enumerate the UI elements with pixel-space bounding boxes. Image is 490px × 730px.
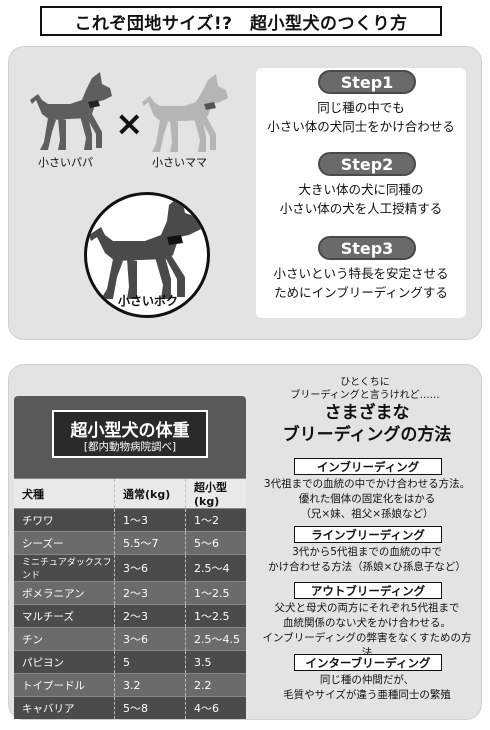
tiny-weight-cell: 1〜2.5 xyxy=(185,604,246,628)
table-row: トイプードル 3.2 2.2 xyxy=(14,673,246,697)
dad-label: 小さいパパ xyxy=(38,156,93,169)
normal-weight-cell: 3〜6 xyxy=(114,554,186,582)
step2-badge: Step2 xyxy=(318,152,416,176)
breeding-heading: さまざまな ブリーディングの方法 xyxy=(262,402,472,446)
normal-weight-cell: 3.2 xyxy=(114,673,186,697)
step2-text: 大きい体の犬に同種の 小さい体の犬を人工授精する xyxy=(246,180,476,218)
breeding-intro: ひとくちに ブリーディングと言うけれど…… xyxy=(270,376,460,402)
table-row: ポメラニアン 2〜3 1〜2.5 xyxy=(14,581,246,605)
intro-line: ひとくちに xyxy=(340,377,390,388)
breed-cell: マルチーズ xyxy=(14,604,115,628)
normal-weight-cell: 2〜3 xyxy=(114,604,186,628)
weight-table: 犬種 通常(kg) 超小型(kg) チワワ 1〜3 1〜2 シーズー 5.5〜7… xyxy=(14,478,246,719)
method-desc-outbreeding: 父犬と母犬の両方にそれぞれ5代祖まで 血統関係のない犬をかけ合わせる。 インブリ… xyxy=(260,601,474,661)
method-desc-linebreeding: 3代から5代祖までの血統の中で かけ合わせる方法（孫娘×ひ孫息子など） xyxy=(260,545,474,575)
intro-line: ブリーディングと言うけれど…… xyxy=(290,390,440,401)
normal-weight-cell: 5〜8 xyxy=(114,696,186,719)
step1-line: 小さい体の犬同士をかけ合わせる xyxy=(267,119,455,134)
step1-line: 同じ種の中でも xyxy=(317,100,405,115)
method-label-linebreeding: ラインブリーディング xyxy=(294,526,442,543)
method-line: 毛質やサイズが違う亜種同士の繁殖 xyxy=(283,689,451,701)
step2-line: 大きい体の犬に同種の xyxy=(298,182,424,197)
normal-weight-cell: 5 xyxy=(114,650,186,674)
step2-line: 小さい体の犬を人工授精する xyxy=(279,201,443,216)
column-header-breed: 犬種 xyxy=(14,478,115,509)
small-mom-dog-illustration xyxy=(142,74,228,152)
table-row: パピヨン 5 3.5 xyxy=(14,650,246,674)
tiny-weight-cell: 5〜6 xyxy=(185,531,246,555)
tiny-weight-cell: 4〜6 xyxy=(185,696,246,719)
normal-weight-cell: 5.5〜7 xyxy=(114,531,186,555)
table-row: ミニチュアダックスフンド 3〜6 2.5〜4 xyxy=(14,554,246,582)
puppy-label: 小さいボク xyxy=(117,294,178,308)
breed-cell: チン xyxy=(14,627,115,651)
normal-weight-cell: 1〜3 xyxy=(114,508,186,532)
breed-cell: ミニチュアダックスフンド xyxy=(14,554,115,582)
step1-badge: Step1 xyxy=(318,70,416,94)
method-desc-inbreeding: 3代祖までの血統の中でかけ合わせる方法。 優れた個体の固定化をはかる （兄×妹、… xyxy=(260,477,474,522)
table-row: チン 3〜6 2.5〜4.5 xyxy=(14,627,246,651)
weight-title: 超小型犬の体重 xyxy=(70,421,190,441)
method-line: （兄×妹、祖父×孫娘など） xyxy=(300,508,434,520)
table-header-row: 犬種 通常(kg) 超小型(kg) xyxy=(14,478,246,509)
breed-cell: ポメラニアン xyxy=(14,581,115,605)
step1-text: 同じ種の中でも 小さい体の犬同士をかけ合わせる xyxy=(246,98,476,136)
tiny-weight-cell: 2.2 xyxy=(185,673,246,697)
normal-weight-cell: 3〜6 xyxy=(114,627,186,651)
method-line: 3代から5代祖までの血統の中で xyxy=(292,546,442,558)
breed-cell: シーズー xyxy=(14,531,115,555)
method-line: 血統関係のない犬をかけ合わせる。 xyxy=(283,617,451,629)
method-line: 3代祖までの血統の中でかけ合わせる方法。 xyxy=(263,478,471,490)
method-line: かけ合わせる方法（孫娘×ひ孫息子など） xyxy=(268,561,466,573)
page-title: これぞ団地サイズ!? 超小型犬のつくり方 xyxy=(40,6,442,36)
method-line: 父犬と母犬の両方にそれぞれ5代祖まで xyxy=(274,602,460,614)
small-dad-dog-illustration xyxy=(30,72,112,150)
heading-line: さまざまな xyxy=(324,403,410,423)
method-label-outbreeding: アウトブリーディング xyxy=(294,582,442,599)
breed-cell: チワワ xyxy=(14,508,115,532)
method-label-interbreeding: インターブリーディング xyxy=(294,654,442,671)
step3-badge: Step3 xyxy=(318,236,416,260)
tiny-weight-cell: 1〜2.5 xyxy=(185,581,246,605)
table-row: マルチーズ 2〜3 1〜2.5 xyxy=(14,604,246,628)
weight-title-box: 超小型犬の体重 [都内動物病院調べ] xyxy=(52,410,208,458)
tiny-weight-cell: 2.5〜4 xyxy=(185,554,246,582)
step3-text: 小さいという特長を安定させる ためにインブリーディングする xyxy=(246,264,476,302)
column-header-tiny: 超小型(kg) xyxy=(185,478,246,509)
step3-line: 小さいという特長を安定させる xyxy=(273,266,449,281)
normal-weight-cell: 2〜3 xyxy=(114,581,186,605)
column-header-normal: 通常(kg) xyxy=(114,478,186,509)
table-row: チワワ 1〜3 1〜2 xyxy=(14,508,246,532)
mom-label: 小さいママ xyxy=(152,156,207,169)
method-line: 優れた個体の固定化をはかる xyxy=(298,493,436,505)
table-row: シーズー 5.5〜7 5〜6 xyxy=(14,531,246,555)
table-row: キャバリア 5〜8 4〜6 xyxy=(14,696,246,719)
heading-line: ブリーディングの方法 xyxy=(282,425,452,445)
breed-cell: パピヨン xyxy=(14,650,115,674)
tiny-weight-cell: 3.5 xyxy=(185,650,246,674)
method-desc-interbreeding: 同じ種の仲間だが、 毛質やサイズが違う亜種同士の繁殖 xyxy=(260,673,474,703)
breed-cell: キャバリア xyxy=(14,696,115,719)
tiny-weight-cell: 2.5〜4.5 xyxy=(185,627,246,651)
method-line: 同じ種の仲間だが、 xyxy=(319,674,415,686)
tiny-weight-cell: 1〜2 xyxy=(185,508,246,532)
weight-subtitle: [都内動物病院調べ] xyxy=(83,441,177,453)
method-label-inbreeding: インブリーディング xyxy=(294,458,442,475)
breed-cell: トイプードル xyxy=(14,673,115,697)
step3-line: ためにインブリーディングする xyxy=(274,285,448,300)
